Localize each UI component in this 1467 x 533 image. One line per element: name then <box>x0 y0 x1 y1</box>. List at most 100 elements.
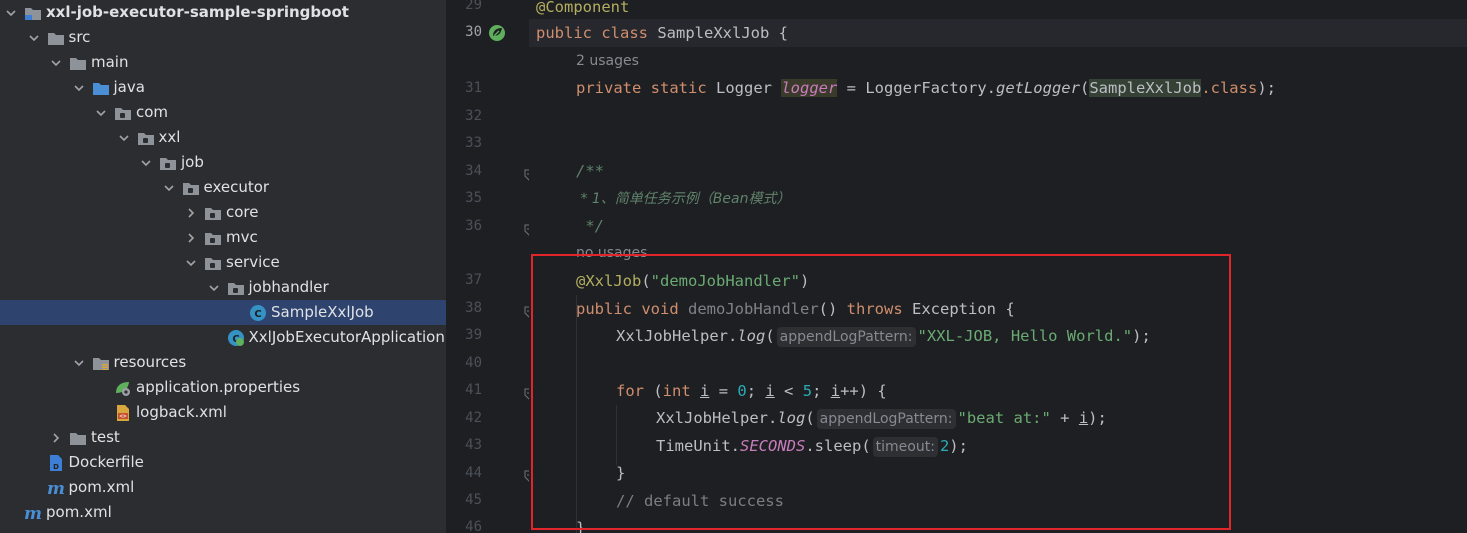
tree-item-application-properties[interactable]: application.properties <box>0 375 446 400</box>
folder-icon <box>47 29 65 47</box>
brace: { <box>769 24 788 42</box>
tree-item-logback-xml[interactable]: <> logback.xml <box>0 400 446 425</box>
line-number[interactable]: 29 <box>446 0 482 15</box>
chevron-right-icon[interactable] <box>184 231 198 245</box>
usages-hint[interactable]: 2 usages <box>576 53 639 69</box>
package-icon <box>182 179 200 197</box>
line-number[interactable]: 39 <box>446 325 482 345</box>
tree-item-label: SampleXxlJob <box>271 303 374 321</box>
tree-item-label: pom.xml <box>68 478 135 496</box>
line-number[interactable]: 42 <box>446 408 482 428</box>
type-logger: Logger <box>716 79 772 97</box>
line-number[interactable]: 34 <box>446 161 482 181</box>
tree-item-label: test <box>91 428 120 446</box>
tree-item-xxl[interactable]: xxl <box>0 125 446 150</box>
tree-item-label: pom.xml <box>46 503 112 521</box>
tree-item-service[interactable]: service <box>0 250 446 275</box>
field-logger: logger <box>781 79 838 97</box>
tree-item-xxljobexecutorapplication[interactable]: C XxlJobExecutorApplication <box>0 325 446 350</box>
line-number[interactable]: 41 <box>446 380 482 400</box>
tree-item-label: main <box>91 53 129 71</box>
line-number[interactable]: 44 <box>446 463 482 483</box>
line-number[interactable]: 40 <box>446 353 482 373</box>
module-folder-icon <box>24 4 42 22</box>
package-icon <box>204 204 222 222</box>
tree-item-label: resources <box>113 353 187 371</box>
keyword-public-class: public class <box>536 24 648 42</box>
maven-icon: m <box>24 504 42 522</box>
svg-text:m: m <box>24 504 42 522</box>
tree-item-test[interactable]: test <box>0 425 446 450</box>
tree-item-xxl-job-executor-sample-springboot[interactable]: xxl-job-executor-sample-springboot <box>0 0 446 25</box>
svg-text:C: C <box>254 309 261 320</box>
tree-item-label: XxlJobExecutorApplication <box>248 328 445 346</box>
tree-item-dockerfile[interactable]: D Dockerfile <box>0 450 446 475</box>
chevron-down-icon[interactable] <box>4 6 18 20</box>
method-getlogger: getLogger <box>995 79 1080 97</box>
tree-item-label: Dockerfile <box>68 453 144 471</box>
tree-item-label: src <box>68 28 91 46</box>
javadoc-open: /** <box>576 162 604 180</box>
tree-item-mvc[interactable]: mvc <box>0 225 446 250</box>
keyword-class: .class <box>1201 79 1258 97</box>
tree-item-label: core <box>226 203 259 221</box>
red-highlight-box <box>531 254 1231 530</box>
code-text: = LoggerFactory. <box>837 79 996 97</box>
class-name[interactable]: SampleXxlJob <box>657 24 769 42</box>
line-number[interactable]: 31 <box>446 78 482 98</box>
chevron-down-icon[interactable] <box>184 256 198 270</box>
chevron-down-icon[interactable] <box>139 156 153 170</box>
tree-item-jobhandler[interactable]: jobhandler <box>0 275 446 300</box>
chevron-down-icon[interactable] <box>207 281 221 295</box>
package-icon <box>137 129 155 147</box>
folder-icon <box>69 429 87 447</box>
chevron-down-icon[interactable] <box>162 181 176 195</box>
tree-item-label: service <box>226 253 280 271</box>
chevron-right-icon[interactable] <box>49 431 63 445</box>
editor-gutter: 29 30 31 32 33 34 35 36 37 38 39 40 41 42 43 44 45 46 <box>446 0 534 533</box>
tree-item-job[interactable]: job <box>0 150 446 175</box>
svg-text:D: D <box>53 463 59 471</box>
line-number[interactable]: 33 <box>446 133 482 153</box>
annotation-component: @Component <box>536 0 630 16</box>
spring-boot-class-icon: C <box>227 329 245 347</box>
resources-folder-icon <box>92 354 110 372</box>
tree-item-pom-xml[interactable]: m pom.xml <box>0 475 446 500</box>
line-number[interactable]: 35 <box>446 188 482 208</box>
tree-item-main[interactable]: main <box>0 50 446 75</box>
tree-item-label: mvc <box>226 228 258 246</box>
line-number[interactable]: 43 <box>446 435 482 455</box>
tree-item-resources[interactable]: resources <box>0 350 446 375</box>
chevron-down-icon[interactable] <box>72 81 86 95</box>
line-number[interactable]: 45 <box>446 490 482 510</box>
line-number[interactable]: 32 <box>446 106 482 126</box>
tree-item-samplexxljob[interactable]: C SampleXxlJob <box>0 300 446 325</box>
line-number[interactable]: 30 <box>446 22 482 42</box>
tree-item-src[interactable]: src <box>0 25 446 50</box>
chevron-down-icon[interactable] <box>27 31 41 45</box>
line-number[interactable]: 36 <box>446 216 482 236</box>
chevron-down-icon[interactable] <box>49 56 63 70</box>
tree-item-label: jobhandler <box>248 278 329 296</box>
line-number[interactable]: 46 <box>446 517 482 533</box>
tree-item-pom-xml[interactable]: m pom.xml <box>0 500 446 525</box>
line-number[interactable]: 37 <box>446 270 482 290</box>
spring-properties-icon <box>114 379 132 397</box>
tree-item-java[interactable]: java <box>0 75 446 100</box>
line-number[interactable]: 38 <box>446 298 482 318</box>
chevron-down-icon[interactable] <box>117 131 131 145</box>
chevron-down-icon[interactable] <box>72 356 86 370</box>
svg-text:<>: <> <box>119 413 127 420</box>
package-icon <box>204 254 222 272</box>
tree-item-executor[interactable]: executor <box>0 175 446 200</box>
source-folder-icon <box>92 79 110 97</box>
spring-bean-gutter-icon[interactable] <box>488 24 506 42</box>
ide-window: xxl-job-executor-sample-springboot src mai… <box>0 0 1467 533</box>
code-text: ); <box>1257 79 1276 97</box>
tree-item-label: xxl <box>158 128 181 146</box>
tree-item-com[interactable]: com <box>0 100 446 125</box>
chevron-down-icon[interactable] <box>94 106 108 120</box>
tree-item-label: com <box>136 103 169 121</box>
tree-item-core[interactable]: core <box>0 200 446 225</box>
chevron-right-icon[interactable] <box>184 206 198 220</box>
